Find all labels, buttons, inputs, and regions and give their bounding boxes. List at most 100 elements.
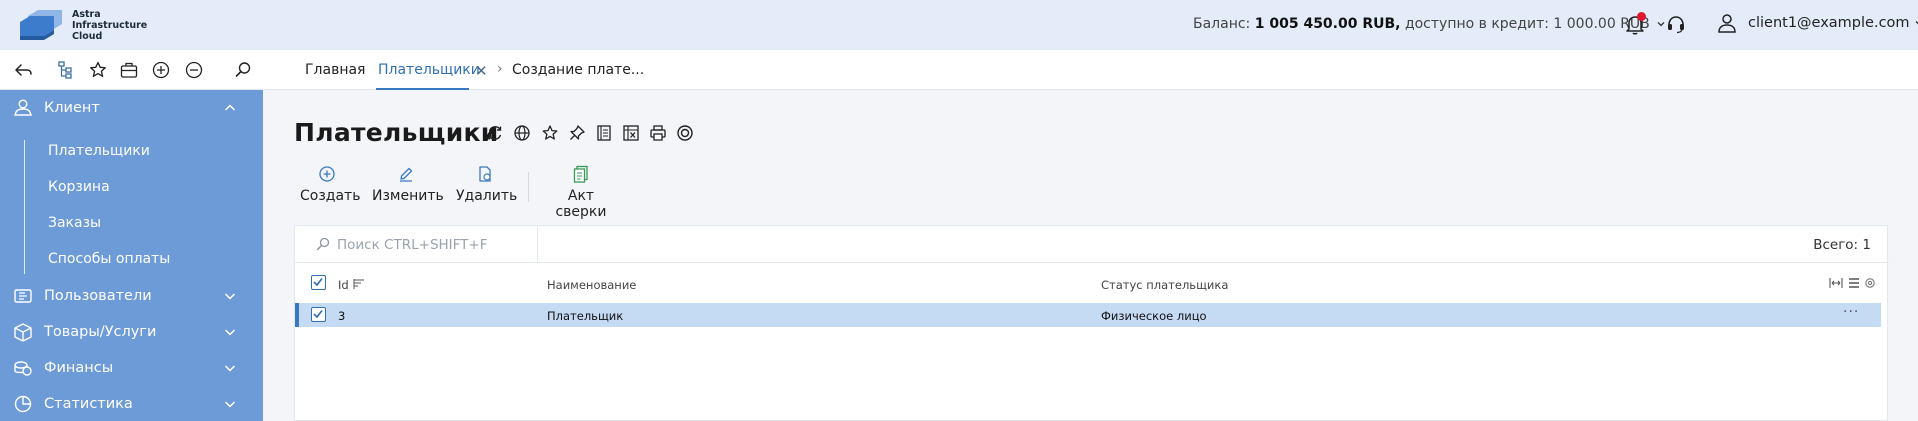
page-title: Плательщики (294, 118, 499, 147)
cell-name: Плательщик (547, 309, 624, 323)
book-icon (597, 125, 611, 141)
favorite-page-button[interactable] (540, 123, 560, 143)
sidebar-item-products[interactable]: Товары/Услуги (0, 314, 263, 350)
sidebar-label: Финансы (44, 360, 114, 376)
lifebuoy-icon (677, 125, 693, 141)
tree-icon (58, 61, 72, 79)
create-label: Создать (300, 188, 361, 204)
balance-value: 1 005 450.00 RUB, (1254, 16, 1401, 32)
chevron-down-icon (224, 365, 236, 372)
balance-label: Баланс: (1193, 16, 1251, 32)
pin-icon (570, 125, 585, 140)
sidebar-item-payers[interactable]: Плательщики (48, 143, 150, 159)
logo-line-3: Cloud (72, 30, 103, 42)
balance-info[interactable]: Баланс: 1 005 450.00 RUB, доступно в кре… (1193, 16, 1666, 32)
menu-search-button[interactable] (232, 59, 254, 81)
back-button[interactable] (12, 59, 34, 81)
logo-line-1: Astra (72, 8, 101, 20)
back-arrow-icon (15, 64, 32, 76)
notification-dot (1637, 12, 1646, 21)
tab-toolbar: Главная Плательщики ✕ › Создание плате..… (0, 50, 1918, 90)
payers-table-panel: Поиск CTRL+SHIFT+F Всего: 1 Id Наименова… (294, 225, 1889, 421)
tab-home[interactable]: Главная (305, 62, 365, 78)
notifications-button[interactable] (1623, 12, 1647, 36)
search-icon (235, 62, 251, 77)
briefcase-button[interactable] (118, 59, 140, 81)
search-input[interactable]: Поиск CTRL+SHIFT+F (295, 226, 538, 262)
column-header-status[interactable]: Статус плательщика (1101, 278, 1228, 292)
client-icon (14, 99, 32, 116)
language-button[interactable] (512, 123, 532, 143)
logo-text: Astra Infrastructure Cloud (72, 9, 147, 42)
settings-icon[interactable] (1864, 275, 1876, 291)
minus-circle-icon (185, 61, 203, 79)
submenu-line (24, 140, 25, 274)
globe-icon (514, 125, 530, 141)
delete-label: Удалить (456, 188, 518, 204)
print-button[interactable] (648, 123, 668, 143)
pin-button[interactable] (567, 123, 587, 143)
table-row[interactable]: 3 Плательщик Физическое лицо ··· (295, 303, 1881, 327)
box-icon (14, 323, 32, 342)
row-checkbox[interactable] (311, 307, 326, 322)
refresh-button[interactable] (485, 123, 505, 143)
logo[interactable]: Astra Infrastructure Cloud (18, 8, 147, 42)
select-all-checkbox[interactable] (311, 275, 326, 290)
chevron-down-icon (224, 293, 236, 300)
tab-close-icon[interactable]: ✕ (475, 62, 488, 80)
support-button[interactable] (1664, 12, 1688, 36)
check-icon (313, 278, 323, 287)
sidebar-item-cart[interactable]: Корзина (48, 179, 110, 195)
sidebar-item-finance[interactable]: Финансы (0, 350, 263, 386)
help-button[interactable] (594, 123, 614, 143)
column-header-id[interactable]: Id (338, 278, 365, 292)
spreadsheet-icon (623, 125, 639, 141)
plus-circle-icon (152, 61, 170, 79)
expand-all-button[interactable] (150, 59, 172, 81)
chevron-down-icon (224, 401, 236, 408)
user-icon (1718, 14, 1736, 33)
sidebar-label: Клиент (44, 100, 100, 116)
create-button[interactable]: Создать (300, 164, 360, 204)
export-excel-button[interactable] (621, 123, 641, 143)
edit-label: Изменить (372, 188, 444, 204)
sidebar: Клиент Плательщики Корзина Заказы Способ… (0, 90, 263, 421)
column-id-label: Id (338, 278, 349, 292)
sidebar-label: Статистика (44, 396, 133, 412)
users-icon (14, 289, 32, 303)
cell-id: 3 (338, 309, 346, 323)
search-icon (316, 237, 330, 251)
tree-button[interactable] (56, 59, 78, 81)
tab-create-payer[interactable]: Создание плате... (512, 62, 644, 78)
reconciliation-label: Акт сверки (555, 188, 607, 220)
row-more-icon[interactable]: ··· (1843, 304, 1859, 320)
coins-icon (14, 361, 32, 376)
plus-circle-icon (319, 166, 335, 182)
sidebar-item-users[interactable]: Пользователи (0, 278, 263, 314)
chevron-up-icon (224, 104, 236, 111)
pencil-icon (400, 167, 413, 182)
edit-button[interactable]: Изменить (372, 164, 444, 204)
sidebar-item-orders[interactable]: Заказы (48, 215, 101, 231)
tab-payers[interactable]: Плательщики (378, 62, 480, 78)
favorites-button[interactable] (87, 59, 109, 81)
list-icon[interactable] (1847, 275, 1861, 291)
chevron-down-icon (224, 329, 236, 336)
top-header: Astra Infrastructure Cloud Баланс: 1 005… (0, 0, 1918, 50)
delete-button[interactable]: Удалить (456, 164, 518, 204)
action-divider (528, 172, 529, 202)
sidebar-item-statistics[interactable]: Статистика (0, 386, 263, 421)
reconciliation-button[interactable]: Акт сверки (544, 164, 618, 220)
sidebar-label: Пользователи (44, 288, 152, 304)
sidebar-item-payment-methods[interactable]: Способы оплаты (48, 251, 170, 267)
collapse-all-button[interactable] (183, 59, 205, 81)
column-header-name[interactable]: Наименование (547, 278, 636, 292)
headset-icon (1668, 16, 1684, 34)
user-menu[interactable]: client1@example.com (1716, 12, 1918, 34)
sidebar-item-client[interactable]: Клиент (0, 90, 263, 126)
column-width-icon[interactable] (1829, 275, 1843, 291)
sidebar-label: Товары/Услуги (44, 324, 157, 340)
lifebuoy-button[interactable] (675, 123, 695, 143)
logo-line-2: Infrastructure (72, 19, 148, 31)
active-tab-indicator (376, 88, 469, 90)
